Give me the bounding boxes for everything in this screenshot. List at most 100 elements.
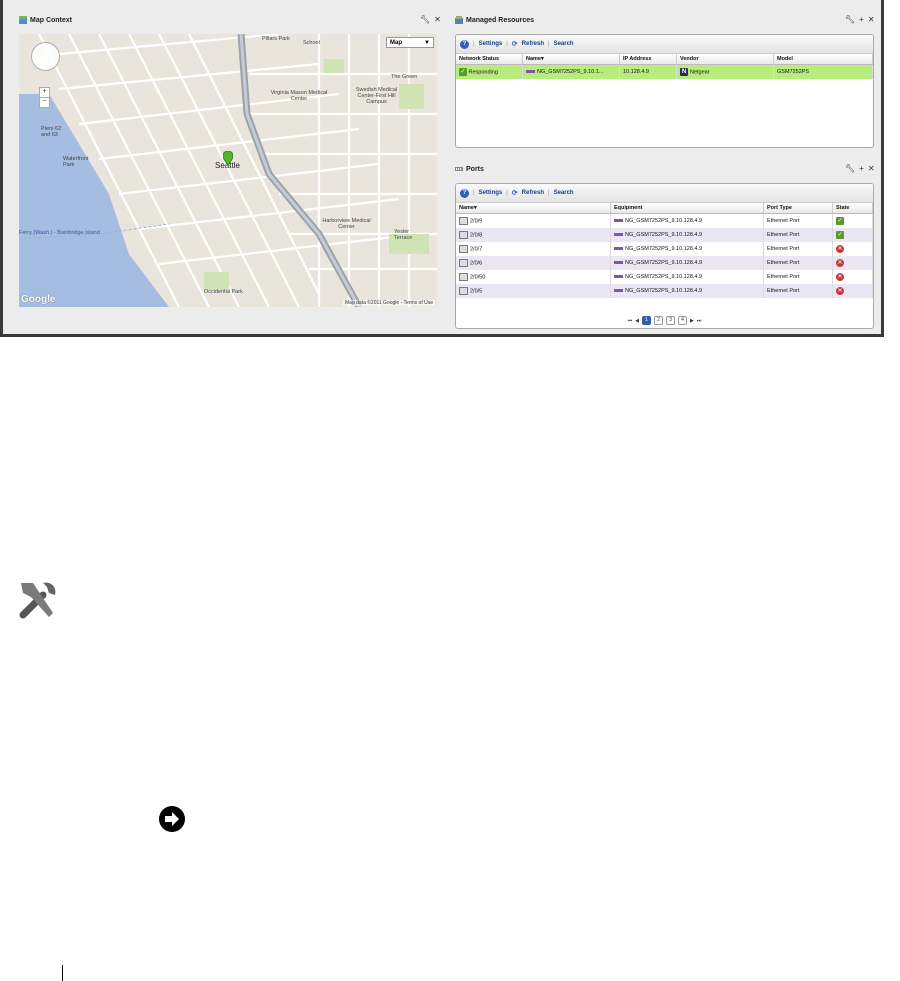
toolbar-separator: | bbox=[506, 41, 508, 47]
device-icon bbox=[614, 289, 623, 293]
port-icon bbox=[459, 245, 468, 253]
ports-icon bbox=[455, 167, 463, 171]
column-header[interactable]: Name▾ bbox=[522, 54, 620, 65]
state-down-icon: ✕ bbox=[836, 245, 844, 253]
refresh-button[interactable]: Refresh bbox=[522, 41, 544, 47]
next-page-icon[interactable]: ▶ bbox=[690, 318, 694, 324]
column-header[interactable]: Equipment bbox=[610, 203, 764, 214]
column-header[interactable]: Vendor bbox=[676, 54, 774, 65]
refresh-icon[interactable]: ⟳ bbox=[512, 189, 518, 197]
port-name-cell: 2/0/7 bbox=[456, 242, 611, 256]
port-type-cell: Ethernet Port bbox=[763, 213, 833, 228]
column-header[interactable]: Network Status bbox=[456, 54, 523, 65]
map-label: Waterfront Park bbox=[63, 156, 89, 168]
toolbar-separator: | bbox=[506, 190, 508, 196]
port-name: 2/0/5 bbox=[470, 288, 483, 295]
map-streets bbox=[19, 34, 437, 307]
equipment-cell: NG_GSM7252PS_9.10.128.4.9 bbox=[610, 242, 764, 256]
table-row[interactable]: 2/0/7 NG_GSM7252PS_9.10.128.4.9 Ethernet P… bbox=[456, 242, 873, 256]
map-type-select[interactable]: Map ▼ bbox=[386, 37, 434, 48]
vendor-cell: N Netgear bbox=[676, 64, 774, 79]
refresh-icon[interactable]: ⟳ bbox=[512, 40, 518, 48]
wrench-icon[interactable]: 🔧︎ bbox=[845, 16, 855, 24]
port-type-cell: Ethernet Port bbox=[763, 270, 833, 284]
ports-table: Name▾ Equipment Port Type State 2/0/9 NG_… bbox=[456, 203, 873, 298]
equipment-name: NG_GSM7252PS_9.10.128.4.9 bbox=[625, 218, 703, 224]
equipment-cell: NG_GSM7252PS_9.10.128.4.9 bbox=[610, 213, 764, 228]
device-icon bbox=[526, 70, 535, 74]
location-pin-icon[interactable] bbox=[223, 151, 233, 165]
map-portlet-title: Map Context bbox=[19, 16, 72, 24]
table-row[interactable]: 2/0/50 NG_GSM7252PS_9.10.128.4.9 Ethernet … bbox=[456, 270, 873, 284]
map-icon bbox=[19, 16, 27, 24]
port-name: 2/0/9 bbox=[470, 218, 483, 225]
ip-cell: 10.128.4.9 bbox=[619, 64, 677, 79]
device-icon bbox=[614, 219, 623, 223]
state-cell: ✓ bbox=[832, 213, 873, 228]
model-cell: GSM7252PS bbox=[773, 64, 873, 79]
port-type-cell: Ethernet Port bbox=[763, 228, 833, 242]
settings-button[interactable]: Settings bbox=[479, 41, 503, 47]
close-icon[interactable]: ✕ bbox=[868, 16, 875, 24]
map-view[interactable]: + − Map ▼ Pillars Park School Virginia M… bbox=[19, 34, 437, 307]
port-name-cell: 2/0/50 bbox=[456, 270, 611, 284]
add-icon[interactable]: + bbox=[859, 165, 864, 173]
chevron-down-icon: ▼ bbox=[424, 39, 430, 46]
ports-panel: ? | Settings | ⟳ Refresh | Search Name▾ … bbox=[455, 183, 874, 329]
help-icon[interactable]: ? bbox=[460, 188, 469, 198]
port-icon bbox=[459, 217, 468, 225]
search-button[interactable]: Search bbox=[554, 190, 574, 196]
toolbar-separator: | bbox=[548, 190, 550, 196]
port-name-cell: 2/0/5 bbox=[456, 284, 611, 298]
toolbar-separator: | bbox=[473, 41, 475, 47]
map-label: Virginia Mason Medical Center bbox=[270, 90, 328, 102]
equipment-cell: NG_GSM7252PS_9.10.128.4.9 bbox=[610, 228, 764, 242]
first-page-icon[interactable]: ⏮ bbox=[628, 318, 633, 324]
column-header[interactable]: Model bbox=[773, 54, 873, 65]
port-icon bbox=[459, 273, 468, 281]
last-page-icon[interactable]: ⏭ bbox=[697, 318, 702, 324]
column-header[interactable]: IP Address bbox=[619, 54, 677, 65]
wrench-icon[interactable]: 🔧︎ bbox=[845, 165, 855, 173]
map-label: Piers 62 and 63 bbox=[41, 126, 62, 138]
table-row[interactable]: 2/0/9 NG_GSM7252PS_9.10.128.4.9 Ethernet P… bbox=[456, 213, 873, 228]
help-icon[interactable]: ? bbox=[460, 39, 469, 49]
close-icon[interactable]: ✕ bbox=[868, 165, 875, 173]
column-header[interactable]: Port Type bbox=[763, 203, 833, 214]
resources-icon bbox=[455, 16, 463, 24]
state-up-icon: ✓ bbox=[836, 231, 844, 239]
page-button-4[interactable]: 4 bbox=[678, 316, 687, 325]
column-header[interactable]: State bbox=[832, 203, 873, 214]
prev-page-icon[interactable]: ◀ bbox=[635, 318, 639, 324]
device-icon bbox=[614, 261, 623, 265]
page-button-2[interactable]: 2 bbox=[654, 316, 663, 325]
state-up-icon: ✓ bbox=[836, 217, 844, 225]
table-row[interactable]: 2/0/8 NG_GSM7252PS_9.10.128.4.9 Ethernet P… bbox=[456, 228, 873, 242]
refresh-button[interactable]: Refresh bbox=[522, 190, 544, 196]
close-icon[interactable]: ✕ bbox=[434, 16, 441, 24]
resources-panel: ? | Settings | ⟳ Refresh | Search Networ… bbox=[455, 34, 874, 148]
wrench-icon[interactable]: 🔧︎ bbox=[420, 16, 430, 24]
column-header[interactable]: Name▾ bbox=[456, 203, 611, 214]
map-attribution[interactable]: Map data ©2011 Google - Terms of Use bbox=[343, 300, 435, 306]
table-row[interactable]: 2/0/6 NG_GSM7252PS_9.10.128.4.9 Ethernet P… bbox=[456, 256, 873, 270]
page-button-1[interactable]: 1 bbox=[642, 316, 651, 325]
equipment-cell: NG_GSM7252PS_9.10.128.4.9 bbox=[610, 256, 764, 270]
page-button-3[interactable]: 3 bbox=[666, 316, 675, 325]
status-cell: ✓ Responding bbox=[456, 64, 523, 79]
port-name-cell: 2/0/6 bbox=[456, 256, 611, 270]
add-icon[interactable]: + bbox=[859, 16, 864, 24]
ports-title-text: Ports bbox=[466, 165, 484, 173]
column-header-label: Name bbox=[459, 205, 474, 211]
pan-control[interactable] bbox=[31, 42, 60, 71]
screenshot-frame: Map Context 🔧︎ ✕ + − Map ▼ Pillars Park … bbox=[0, 0, 884, 337]
state-down-icon: ✕ bbox=[836, 259, 844, 267]
table-row[interactable]: ✓ Responding NG_GSM7252PS_9.10.1... 10.1… bbox=[456, 64, 873, 79]
equipment-name: NG_GSM7252PS_9.10.128.4.9 bbox=[625, 246, 703, 252]
settings-button[interactable]: Settings bbox=[479, 190, 503, 196]
zoom-out-button[interactable]: − bbox=[39, 97, 50, 108]
table-row[interactable]: 2/0/5 NG_GSM7252PS_9.10.128.4.9 Ethernet P… bbox=[456, 284, 873, 298]
resources-title-text: Managed Resources bbox=[466, 16, 535, 24]
search-button[interactable]: Search bbox=[554, 41, 574, 47]
state-cell: ✕ bbox=[832, 284, 873, 298]
